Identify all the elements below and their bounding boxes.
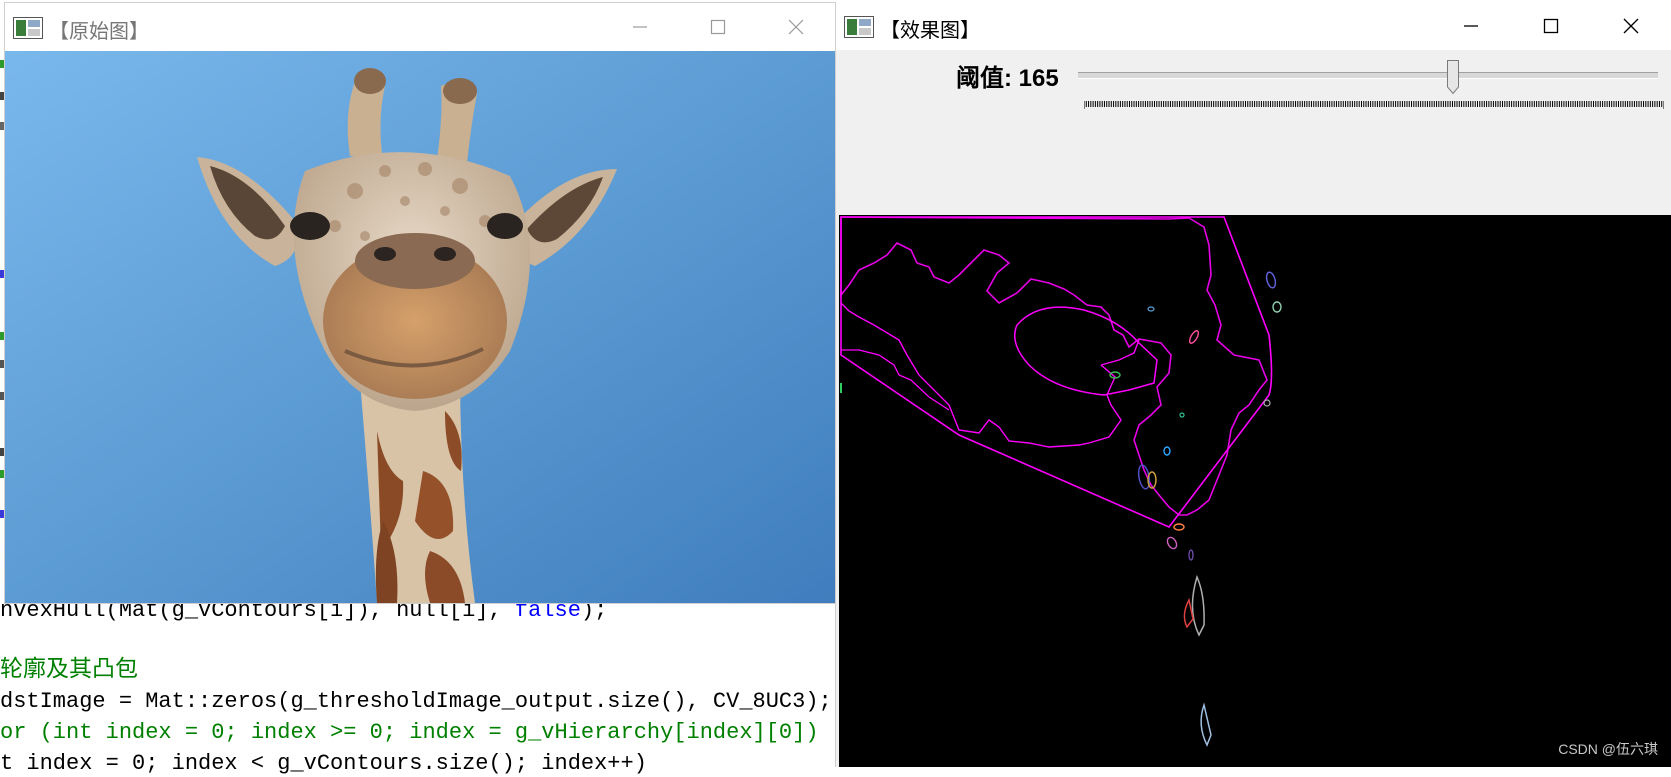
code-line-3[interactable]: 轮廓及其凸包 <box>0 657 138 683</box>
app-icon <box>13 17 43 39</box>
window-title: 【效果图】 <box>880 20 980 42</box>
maximize-button[interactable] <box>679 3 757 51</box>
maximize-icon <box>1543 18 1559 34</box>
result-window[interactable]: 【效果图】 阈值: 165 CSDN @伍六琪 <box>835 2 1671 767</box>
watermark: CSDN @伍六琪 <box>1558 741 1658 757</box>
slider-ticks <box>1084 101 1664 109</box>
minimize-icon <box>1464 25 1478 27</box>
minimize-icon <box>633 26 647 28</box>
minimize-button[interactable] <box>601 3 679 51</box>
contour-canvas <box>839 215 1671 767</box>
close-button[interactable] <box>1592 2 1670 50</box>
close-button[interactable] <box>757 3 835 51</box>
maximize-icon <box>710 19 726 35</box>
original-image-window[interactable]: 【原始图】 <box>4 2 836 604</box>
threshold-slider-track[interactable] <box>1078 72 1658 79</box>
close-icon <box>1623 18 1639 34</box>
giraffe-photo <box>5 51 835 603</box>
threshold-slider-thumb[interactable] <box>1447 60 1460 94</box>
close-icon <box>788 19 804 35</box>
app-icon <box>844 16 874 38</box>
code-line-6[interactable]: t index = 0; index < g_vContours.size();… <box>0 751 647 777</box>
window-title: 【原始图】 <box>49 21 149 43</box>
maximize-button[interactable] <box>1512 2 1590 50</box>
threshold-label: 阈值: 165 <box>956 65 1059 92</box>
code-line-4[interactable]: dstImage = Mat::zeros(g_thresholdImage_o… <box>0 689 832 715</box>
title-bar[interactable]: 【原始图】 <box>5 3 835 51</box>
minimize-button[interactable] <box>1432 2 1510 50</box>
title-bar[interactable]: 【效果图】 <box>836 2 1671 50</box>
code-line-5[interactable]: or (int index = 0; index >= 0; index = g… <box>0 720 819 746</box>
